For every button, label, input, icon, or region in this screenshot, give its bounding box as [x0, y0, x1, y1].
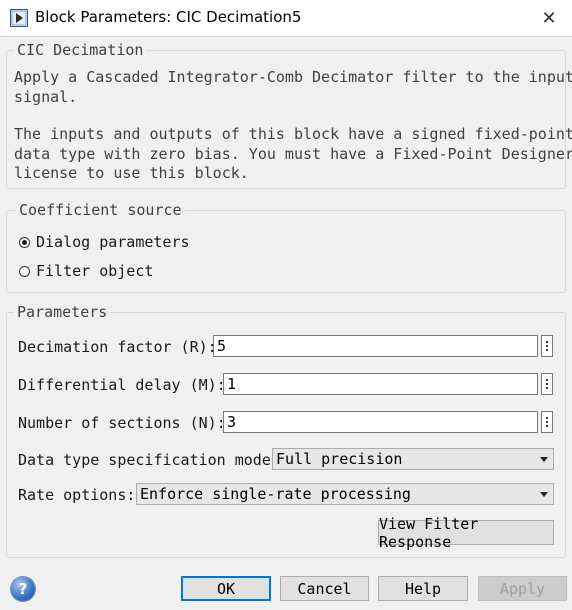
more-options-icon — [546, 341, 548, 343]
close-icon: ✕ — [541, 7, 557, 29]
radio-dialog-parameters-label: Dialog parameters — [36, 233, 190, 251]
close-button[interactable]: ✕ — [536, 6, 562, 30]
data-type-mode-dropdown[interactable]: Full precision — [272, 448, 554, 470]
differential-delay-more-button[interactable] — [541, 373, 553, 395]
more-options-icon — [546, 379, 548, 381]
help-button[interactable]: Help — [378, 576, 468, 601]
view-filter-response-button[interactable]: View Filter Response — [378, 515, 554, 551]
rate-options-dropdown[interactable]: Enforce single-rate processing — [136, 483, 554, 505]
radio-filter-object[interactable]: Filter object — [19, 262, 153, 280]
differential-delay-input[interactable]: 1 — [223, 373, 538, 395]
window-title: Block Parameters: CIC Decimation5 — [35, 8, 302, 26]
number-of-sections-input[interactable]: 3 — [223, 411, 538, 433]
radio-button[interactable] — [19, 265, 30, 277]
coefficient-source-group — [6, 210, 566, 293]
decimation-factor-label: Decimation factor (R): — [18, 338, 217, 356]
description-line-2: signal. — [14, 88, 78, 106]
differential-delay-label: Differential delay (M): — [18, 376, 226, 394]
more-options-icon — [546, 417, 548, 419]
radio-dialog-parameters[interactable]: Dialog parameters — [19, 233, 190, 251]
description-line-4: data type with zero bias. You must have … — [14, 145, 572, 163]
decimation-factor-input[interactable]: 5 — [213, 335, 538, 357]
block-parameters-icon — [10, 9, 28, 27]
ok-button[interactable]: OK — [181, 576, 271, 601]
rate-options-value: Enforce single-rate processing — [140, 485, 411, 503]
title-bar: Block Parameters: CIC Decimation5 ✕ — [0, 0, 572, 37]
chevron-down-icon — [540, 457, 548, 462]
chevron-down-icon — [540, 492, 548, 497]
block-name-heading: CIC Decimation — [14, 41, 147, 59]
radio-button-selected[interactable] — [19, 236, 30, 248]
number-of-sections-label: Number of sections (N): — [18, 414, 226, 432]
coefficient-source-heading: Coefficient source — [16, 201, 185, 219]
description-line-3: The inputs and outputs of this block hav… — [14, 125, 572, 143]
description-line-1: Apply a Cascaded Integrator-Comb Decimat… — [14, 68, 572, 86]
data-type-mode-label: Data type specification mode: — [18, 451, 280, 469]
parameters-heading: Parameters — [14, 303, 111, 321]
data-type-mode-value: Full precision — [276, 450, 403, 468]
decimation-factor-more-button[interactable] — [541, 335, 553, 357]
apply-button[interactable]: Apply — [478, 576, 567, 601]
radio-filter-object-label: Filter object — [36, 262, 154, 280]
rate-options-label: Rate options: — [18, 486, 136, 504]
cancel-button[interactable]: Cancel — [280, 576, 369, 601]
help-icon[interactable]: ? — [11, 577, 35, 601]
number-of-sections-more-button[interactable] — [541, 411, 553, 433]
description-line-5: license to use this block. — [14, 164, 249, 182]
